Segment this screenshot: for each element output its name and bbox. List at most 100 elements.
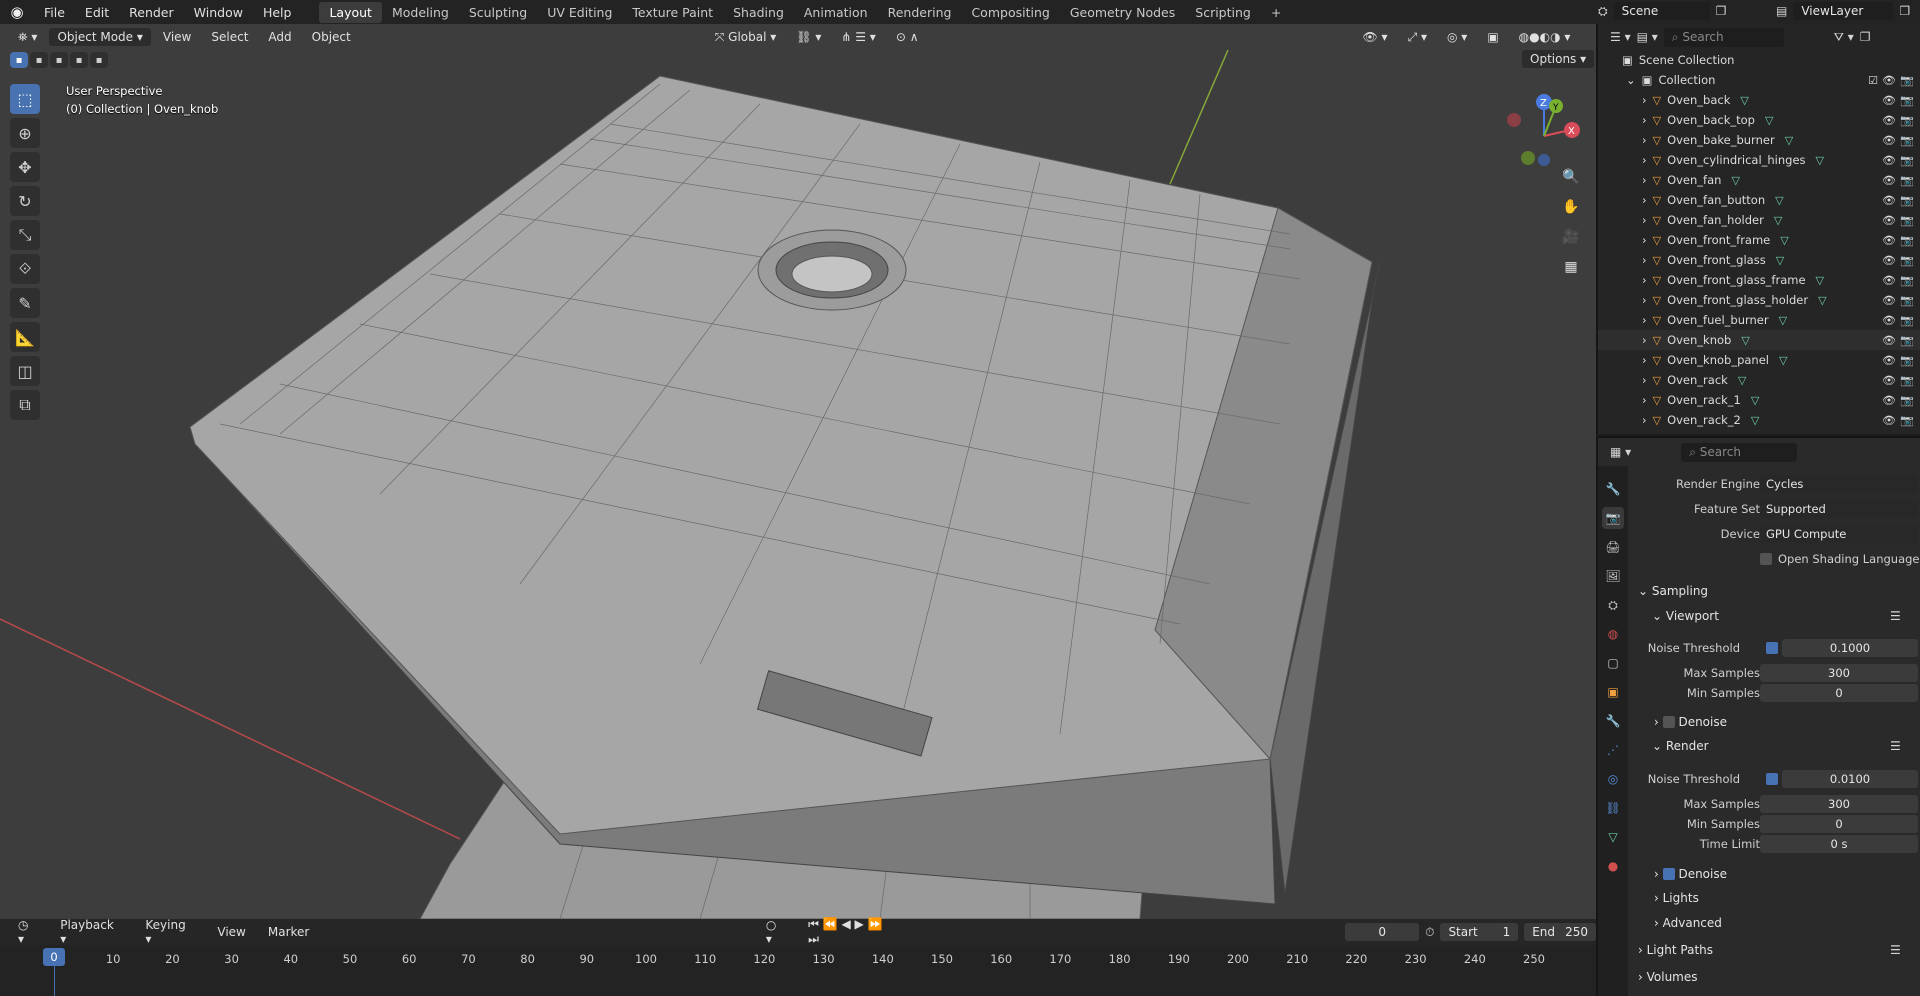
outliner-item[interactable]: › ▽ Oven_front_frame ▽ 👁 📷	[1598, 230, 1920, 250]
outliner-item[interactable]: › ▽ Oven_front_glass_holder ▽ 👁 📷	[1598, 290, 1920, 310]
expand-icon[interactable]: ›	[1642, 273, 1647, 287]
overlays-icon[interactable]: ◎ ▾	[1439, 28, 1475, 46]
move-icon[interactable]: ✥	[10, 152, 40, 182]
eye-icon[interactable]: 👁	[1882, 194, 1896, 207]
proportional-edit-icon[interactable]: ⊙ ∧	[888, 28, 927, 46]
menu-edit[interactable]: Edit	[75, 5, 119, 20]
r-denoise-subsection[interactable]: › Denoise	[1654, 866, 1727, 881]
tool-tab-icon[interactable]: 🔧	[1602, 478, 1624, 500]
tab-layout[interactable]: Layout	[319, 1, 382, 23]
eye-icon[interactable]: 👁	[1882, 314, 1896, 327]
add-cube-icon[interactable]: ◫	[10, 356, 40, 386]
light-paths-presets-icon[interactable]: ☰	[1890, 943, 1901, 957]
device-dropdown[interactable]: GPU Compute	[1760, 525, 1918, 543]
vp-denoise-checkbox[interactable]	[1662, 716, 1675, 728]
camera-icon[interactable]: 📷	[1900, 154, 1914, 167]
editor-type-icon[interactable]: ⛯ ▾	[10, 28, 45, 47]
outliner-item[interactable]: › ▽ Oven_knob ▽ 👁 📷	[1598, 330, 1920, 350]
expand-icon[interactable]: ›	[1642, 253, 1647, 267]
outliner-item[interactable]: › ▽ Oven_knob_panel ▽ 👁 📷	[1598, 350, 1920, 370]
camera-icon[interactable]: 📷	[1900, 334, 1914, 347]
scene-collection-row[interactable]: ▣ Scene Collection	[1598, 50, 1920, 70]
expand-icon[interactable]: ›	[1642, 173, 1647, 187]
expand-icon[interactable]: ›	[1642, 113, 1647, 127]
mesh-data-icon[interactable]: ▽	[1751, 394, 1759, 407]
camera-icon[interactable]: 📷	[1900, 274, 1914, 287]
extrude-icon[interactable]: ⧉	[10, 390, 40, 420]
mesh-data-icon[interactable]: ▽	[1818, 294, 1826, 307]
expand-icon[interactable]: ›	[1642, 213, 1647, 227]
camera-icon[interactable]: 📷	[1900, 254, 1914, 267]
material-tab-icon[interactable]: ●	[1602, 855, 1624, 877]
3d-viewport[interactable]: ⛯ ▾ Object Mode ▾ View Select Add Object…	[0, 24, 1596, 919]
expand-icon[interactable]: ›	[1642, 193, 1647, 207]
outliner-item[interactable]: › ▽ Oven_back ▽ 👁 📷	[1598, 90, 1920, 110]
tab-rendering[interactable]: Rendering	[878, 2, 962, 23]
advanced-subsection[interactable]: › Advanced	[1654, 916, 1722, 930]
scene-selector[interactable]: ⛭ Scene ❐	[1598, 2, 1726, 20]
physics-tab-icon[interactable]: ◎	[1602, 768, 1624, 790]
camera-icon[interactable]: 📷	[1900, 94, 1914, 107]
menu-select[interactable]: Select	[203, 28, 256, 46]
blender-logo-icon[interactable]: ◉	[0, 0, 34, 24]
mesh-data-icon[interactable]: ▽	[1776, 254, 1784, 267]
select-invert-icon[interactable]: ▪	[70, 52, 88, 68]
frame-ruler[interactable]: 10 20 30 40 50 60 70 80 90 100 110 120 130 140 150 160 1…	[0, 919, 1596, 996]
render-presets-icon[interactable]: ☰	[1890, 739, 1901, 753]
new-collection-icon[interactable]: ❐	[1860, 30, 1871, 44]
menu-add[interactable]: Add	[260, 28, 299, 46]
new-view-layer-icon[interactable]: ❐	[1899, 4, 1910, 18]
outliner-item[interactable]: › ▽ Oven_front_glass_frame ▽ 👁 📷	[1598, 270, 1920, 290]
eye-icon[interactable]: 👁	[1882, 374, 1896, 387]
r-noise-threshold-field[interactable]: 0.0100	[1782, 770, 1918, 788]
collapse-icon[interactable]: ⌄	[1626, 73, 1636, 87]
r-denoise-checkbox[interactable]	[1662, 868, 1675, 880]
mode-dropdown[interactable]: Object Mode ▾	[49, 28, 151, 46]
mesh-data-icon[interactable]: ▽	[1816, 154, 1824, 167]
tab-texture-paint[interactable]: Texture Paint	[622, 2, 723, 23]
menu-object[interactable]: Object	[304, 28, 359, 46]
eye-icon[interactable]: 👁	[1882, 414, 1896, 427]
render-engine-dropdown[interactable]: Cycles	[1760, 475, 1918, 493]
mesh-data-icon[interactable]: ▽	[1765, 114, 1773, 127]
expand-icon[interactable]: ›	[1642, 353, 1647, 367]
filter-icon[interactable]: ⛛ ▾	[1834, 30, 1854, 45]
playhead[interactable]: 0	[43, 948, 65, 966]
mesh-data-icon[interactable]: ▽	[1780, 234, 1788, 247]
select-subtract-icon[interactable]: ▪	[50, 52, 68, 68]
object-tab-icon[interactable]: ▣	[1602, 681, 1624, 703]
mesh-data-icon[interactable]: ▽	[1774, 214, 1782, 227]
camera-icon[interactable]: 📷	[1900, 174, 1914, 187]
add-workspace-button[interactable]: +	[1261, 2, 1291, 23]
expand-icon[interactable]: ›	[1642, 313, 1647, 327]
scene-tab-icon[interactable]: ⛭	[1602, 594, 1624, 616]
expand-icon[interactable]: ›	[1642, 393, 1647, 407]
osl-checkbox[interactable]	[1760, 553, 1772, 565]
constraints-tab-icon[interactable]: ⛓	[1602, 797, 1624, 819]
expand-icon[interactable]: ›	[1642, 413, 1647, 427]
outliner-item[interactable]: › ▽ Oven_fan_button ▽ 👁 📷	[1598, 190, 1920, 210]
tab-animation[interactable]: Animation	[794, 2, 878, 23]
expand-icon[interactable]: ›	[1642, 153, 1647, 167]
new-scene-icon[interactable]: ❐	[1716, 4, 1727, 18]
select-intersect-icon[interactable]: ▪	[90, 52, 108, 68]
viewport-presets-icon[interactable]: ☰	[1890, 609, 1901, 623]
eye-icon[interactable]: 👁	[1882, 334, 1896, 347]
view-layer-tab-icon[interactable]: 🖼	[1602, 565, 1624, 587]
menu-render[interactable]: Render	[119, 5, 184, 20]
camera-icon[interactable]: 📷	[1900, 294, 1914, 307]
render-subsection-header[interactable]: ⌄ Render	[1652, 739, 1709, 753]
options-button[interactable]: Options ▾	[1522, 50, 1595, 68]
gizmo-toggle-icon[interactable]: ⤢ ▾	[1400, 28, 1435, 47]
outliner-item[interactable]: › ▽ Oven_fuel_burner ▽ 👁 📷	[1598, 310, 1920, 330]
modifier-tab-icon[interactable]: 🔧	[1602, 710, 1624, 732]
collection-eye-icon[interactable]: 👁	[1882, 74, 1896, 87]
sampling-section-header[interactable]: ⌄ Sampling	[1638, 584, 1708, 598]
mesh-data-icon[interactable]: ▽	[1779, 354, 1787, 367]
expand-icon[interactable]: ›	[1642, 133, 1647, 147]
outliner-item[interactable]: › ▽ Oven_rack_2 ▽ 👁 📷	[1598, 410, 1920, 430]
mesh-data-icon[interactable]: ▽	[1738, 374, 1746, 387]
snap-icon[interactable]: ⋔ ☰ ▾	[833, 28, 883, 46]
data-tab-icon[interactable]: ▽	[1602, 826, 1624, 848]
lights-subsection[interactable]: › Lights	[1654, 891, 1699, 905]
